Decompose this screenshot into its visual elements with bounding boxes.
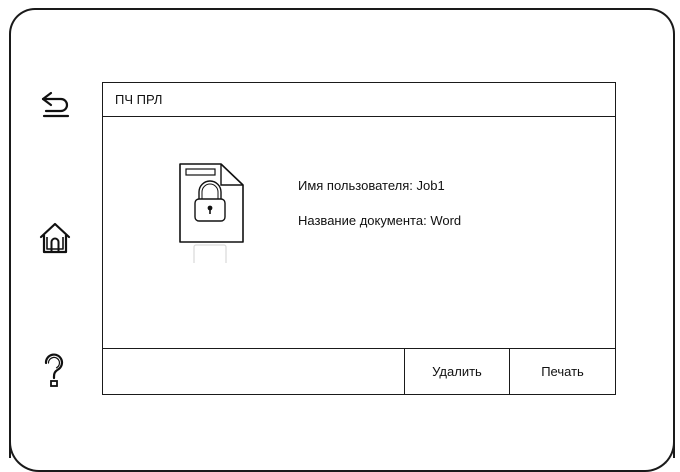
title-bar: ПЧ ПРЛ (103, 83, 615, 117)
action-bar-empty-cell (103, 349, 405, 394)
user-name-text: Имя пользователя: Job1 (298, 178, 445, 193)
document-name-text: Название документа: Word (298, 213, 462, 228)
back-button[interactable] (36, 84, 76, 124)
job-details: Имя пользователя: Job1 Название документ… (103, 117, 615, 350)
home-button[interactable] (35, 218, 75, 258)
touch-screen: ПЧ ПРЛ Имя пользователя: Job1 Название д… (102, 82, 616, 395)
home-icon (38, 221, 72, 255)
locked-document-icon (179, 163, 245, 268)
delete-button[interactable]: Удалить (405, 349, 510, 394)
print-button[interactable]: Печать (510, 349, 615, 394)
action-bar: Удалить Печать (103, 348, 615, 394)
back-arrow-icon (39, 89, 73, 119)
page-title: ПЧ ПРЛ (115, 92, 163, 107)
help-button[interactable] (34, 350, 74, 390)
question-mark-icon (39, 352, 69, 388)
